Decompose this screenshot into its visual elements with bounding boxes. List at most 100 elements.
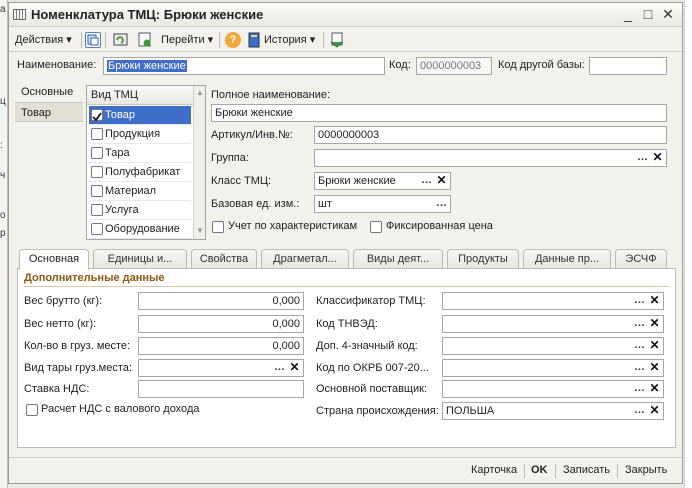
tab-activities[interactable]: Виды деят... bbox=[353, 249, 443, 269]
tab-properties[interactable]: Свойства bbox=[191, 249, 257, 269]
tab-products[interactable]: Продукты bbox=[447, 249, 519, 269]
select-button[interactable]: … bbox=[632, 338, 647, 354]
history-icon bbox=[247, 32, 263, 48]
list-header: Вид ТМЦ bbox=[87, 86, 193, 105]
history-menu[interactable]: История ▾ bbox=[264, 32, 315, 48]
minimize-button[interactable]: _ bbox=[619, 6, 637, 22]
maximize-button[interactable]: □ bbox=[639, 6, 657, 22]
name-value: Брюки женские bbox=[107, 60, 187, 72]
scroll-down-icon[interactable]: ▼ bbox=[196, 226, 204, 235]
unit-value: шт bbox=[318, 198, 332, 210]
checkbox[interactable] bbox=[91, 166, 103, 178]
class-input[interactable]: Брюки женские … ✕ bbox=[314, 172, 451, 190]
tab-eschf[interactable]: ЭСЧФ bbox=[615, 249, 667, 269]
tab-units[interactable]: Единицы и... bbox=[93, 249, 187, 269]
country-value: ПОЛЬША bbox=[446, 405, 495, 417]
list-item-products[interactable]: Продукция bbox=[89, 125, 191, 144]
clear-icon[interactable]: ✕ bbox=[647, 316, 662, 332]
qty-per-place-input[interactable]: 0,000 bbox=[138, 337, 304, 355]
ok-button[interactable]: OK bbox=[531, 464, 548, 476]
checkbox[interactable] bbox=[91, 204, 103, 216]
okrb-input[interactable]: … ✕ bbox=[442, 359, 664, 377]
background-window-edge: а ц : ч о р bbox=[0, 0, 8, 488]
checkbox[interactable] bbox=[91, 109, 103, 122]
list-item-label: Оборудование bbox=[105, 223, 180, 235]
clear-icon[interactable]: ✕ bbox=[434, 173, 449, 189]
vat-rate-input[interactable] bbox=[138, 380, 304, 398]
by-characteristics-checkbox[interactable] bbox=[212, 221, 224, 233]
section-divider bbox=[24, 286, 669, 287]
full-name-input[interactable]: Брюки женские bbox=[211, 104, 667, 122]
section-title: Дополнительные данные bbox=[24, 272, 165, 284]
open-form-icon[interactable] bbox=[137, 32, 153, 48]
supplier-label: Основной поставщик: bbox=[316, 383, 427, 395]
select-button[interactable]: … bbox=[635, 150, 650, 166]
checkbox[interactable] bbox=[91, 147, 103, 159]
group-input[interactable]: … ✕ bbox=[314, 149, 667, 167]
code-label: Код: bbox=[389, 59, 411, 71]
help-icon[interactable]: ? bbox=[225, 32, 241, 48]
clear-icon[interactable]: ✕ bbox=[650, 150, 665, 166]
select-button[interactable]: … bbox=[632, 360, 647, 376]
gross-weight-input[interactable]: 0,000 bbox=[138, 292, 304, 310]
article-input[interactable]: 0000000003 bbox=[314, 126, 667, 144]
unit-input[interactable]: шт … bbox=[314, 195, 451, 213]
tnved-input[interactable]: … ✕ bbox=[442, 315, 664, 333]
clear-icon[interactable]: ✕ bbox=[647, 381, 662, 397]
goto-menu[interactable]: Перейти ▾ bbox=[161, 32, 213, 48]
select-button[interactable]: … bbox=[632, 403, 647, 419]
side-tab-goods[interactable]: Товар bbox=[15, 102, 83, 122]
select-button[interactable]: … bbox=[632, 381, 647, 397]
list-item-tare[interactable]: Тара bbox=[89, 144, 191, 163]
list-item-goods[interactable]: Товар bbox=[89, 106, 191, 125]
vat-gross-income-checkbox[interactable] bbox=[26, 404, 38, 416]
code-input[interactable]: 0000000003 bbox=[416, 57, 492, 75]
net-weight-input[interactable]: 0,000 bbox=[138, 315, 304, 333]
list-item-material[interactable]: Материал bbox=[89, 182, 191, 201]
tab-data[interactable]: Данные пр... bbox=[523, 249, 611, 269]
class-value: Брюки женские bbox=[318, 175, 396, 187]
refresh-icon[interactable] bbox=[113, 32, 129, 48]
list-scrollbar[interactable]: ▲ ▼ bbox=[193, 86, 205, 239]
checkbox[interactable] bbox=[91, 223, 103, 235]
name-label: Наименование: bbox=[17, 59, 97, 71]
copy-icon[interactable] bbox=[85, 32, 101, 48]
clear-icon[interactable]: ✕ bbox=[647, 338, 662, 354]
side-tab-basic[interactable]: Основные bbox=[15, 82, 83, 102]
close-form-button[interactable]: Закрыть bbox=[625, 464, 667, 476]
list-item-equipment[interactable]: Оборудование bbox=[89, 220, 191, 239]
tare-type-input[interactable]: … ✕ bbox=[138, 359, 304, 377]
separator bbox=[555, 464, 556, 478]
card-button[interactable]: Карточка bbox=[471, 464, 517, 476]
save-button[interactable]: Записать bbox=[563, 464, 610, 476]
extra-code-input[interactable]: … ✕ bbox=[442, 337, 664, 355]
vat-rate-label: Ставка НДС: bbox=[24, 383, 90, 395]
select-button[interactable]: … bbox=[632, 316, 647, 332]
scroll-up-icon[interactable]: ▲ bbox=[196, 88, 204, 97]
tab-main[interactable]: Основная bbox=[19, 249, 89, 270]
structure-icon[interactable] bbox=[329, 32, 345, 48]
name-input[interactable]: Брюки женские bbox=[103, 57, 385, 75]
list-item-label: Продукция bbox=[105, 128, 161, 140]
other-code-input[interactable] bbox=[589, 57, 667, 75]
close-button[interactable]: ✕ bbox=[659, 6, 677, 22]
supplier-input[interactable]: … ✕ bbox=[442, 380, 664, 398]
clear-icon[interactable]: ✕ bbox=[287, 360, 302, 376]
toolbar: Действия ▾ Перейти ▾ ? История ▾ bbox=[9, 28, 682, 52]
classifier-input[interactable]: … ✕ bbox=[442, 292, 664, 310]
clear-icon[interactable]: ✕ bbox=[647, 293, 662, 309]
fixed-price-checkbox[interactable] bbox=[370, 221, 382, 233]
clear-icon[interactable]: ✕ bbox=[647, 403, 662, 419]
select-button[interactable]: … bbox=[434, 196, 449, 212]
country-input[interactable]: ПОЛЬША … ✕ bbox=[442, 402, 664, 420]
checkbox[interactable] bbox=[91, 128, 103, 140]
checkbox[interactable] bbox=[91, 185, 103, 197]
select-button[interactable]: … bbox=[419, 173, 434, 189]
clear-icon[interactable]: ✕ bbox=[647, 360, 662, 376]
list-item-service[interactable]: Услуга bbox=[89, 201, 191, 220]
tab-precious-metals[interactable]: Драгметал... bbox=[261, 249, 349, 269]
list-item-semi[interactable]: Полуфабрикат bbox=[89, 163, 191, 182]
actions-menu[interactable]: Действия ▾ bbox=[15, 32, 72, 48]
select-button[interactable]: … bbox=[632, 293, 647, 309]
select-button[interactable]: … bbox=[272, 360, 287, 376]
